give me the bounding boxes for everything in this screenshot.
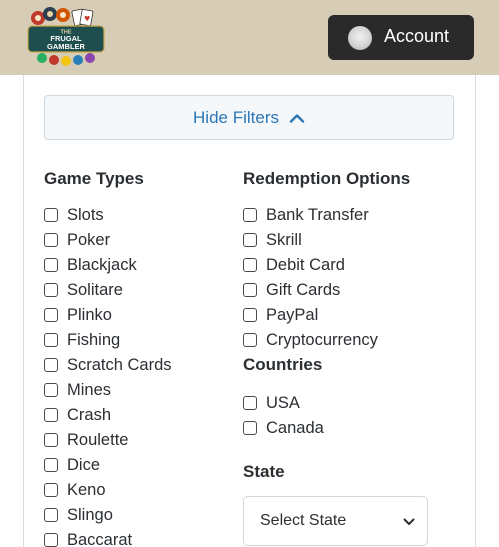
checkbox[interactable]	[44, 533, 58, 547]
chevron-down-icon	[403, 518, 415, 525]
state-select-value: Select State	[260, 512, 347, 529]
filter-label: Gift Cards	[266, 280, 341, 299]
filter-label: Slingo	[67, 505, 113, 524]
filter-cryptocurrency[interactable]: Cryptocurrency	[243, 329, 378, 351]
filter-label: Skrill	[266, 230, 302, 249]
filters-panel: Hide Filters Game Types Slots Poker Blac…	[23, 75, 476, 547]
filter-label: USA	[266, 393, 300, 412]
filter-slingo[interactable]: Slingo	[44, 504, 113, 526]
hide-filters-label: Hide Filters	[193, 107, 279, 127]
filter-label: Dice	[67, 455, 101, 474]
checkbox[interactable]	[243, 283, 257, 297]
filter-bank-transfer[interactable]: Bank Transfer	[243, 204, 369, 226]
filter-fishing[interactable]: Fishing	[44, 329, 120, 351]
filter-baccarat[interactable]: Baccarat	[44, 529, 132, 547]
filter-label: Mines	[67, 380, 112, 399]
filter-crash[interactable]: Crash	[44, 404, 111, 426]
checkbox[interactable]	[44, 483, 58, 497]
filter-label: Crash	[67, 405, 112, 424]
state-select[interactable]: Select State	[243, 496, 428, 546]
filter-label: Plinko	[67, 305, 112, 324]
filter-label: Debit Card	[266, 255, 345, 274]
filter-usa[interactable]: USA	[243, 392, 300, 414]
filter-label: Roulette	[67, 430, 129, 449]
checkbox[interactable]	[44, 458, 58, 472]
frugal-gambler-logo[interactable]: ♥ THE FRUGAL GAMBLER	[24, 6, 108, 68]
redemption-options-heading: Redemption Options	[243, 169, 411, 188]
hide-filters-button[interactable]: Hide Filters	[44, 95, 454, 140]
filter-slots[interactable]: Slots	[44, 204, 104, 226]
filter-label: Cryptocurrency	[266, 330, 378, 349]
checkbox[interactable]	[44, 308, 58, 322]
filter-plinko[interactable]: Plinko	[44, 304, 112, 326]
checkbox[interactable]	[44, 433, 58, 447]
filter-solitare[interactable]: Solitare	[44, 279, 123, 301]
chevron-up-icon	[289, 113, 305, 123]
filter-label: Fishing	[67, 330, 121, 349]
checkbox[interactable]	[44, 508, 58, 522]
site-header: ♥ THE FRUGAL GAMBLER Account	[0, 0, 499, 75]
checkbox[interactable]	[243, 396, 257, 410]
checkbox[interactable]	[44, 258, 58, 272]
filter-label: Baccarat	[67, 530, 133, 547]
account-label: Account	[384, 26, 450, 46]
checkbox[interactable]	[243, 258, 257, 272]
filter-canada[interactable]: Canada	[243, 417, 324, 439]
checkbox[interactable]	[44, 383, 58, 397]
filter-label: Bank Transfer	[266, 205, 369, 224]
filter-label: Poker	[67, 230, 111, 249]
filter-label: Keno	[67, 480, 106, 499]
checkbox[interactable]	[44, 333, 58, 347]
filter-poker[interactable]: Poker	[44, 229, 110, 251]
filter-label: Slots	[67, 205, 104, 224]
countries-heading: Countries	[243, 355, 323, 374]
checkbox[interactable]	[243, 208, 257, 222]
filter-dice[interactable]: Dice	[44, 454, 100, 476]
account-button[interactable]: Account	[328, 15, 474, 60]
checkbox[interactable]	[243, 333, 257, 347]
checkbox[interactable]	[243, 308, 257, 322]
checkbox[interactable]	[44, 408, 58, 422]
state-heading: State	[243, 462, 285, 481]
checkbox[interactable]	[44, 233, 58, 247]
checkbox[interactable]	[44, 358, 58, 372]
filter-label: Solitare	[67, 280, 123, 299]
filter-keno[interactable]: Keno	[44, 479, 106, 501]
user-avatar-icon	[348, 26, 372, 50]
filter-scratch-cards[interactable]: Scratch Cards	[44, 354, 172, 376]
svg-text:♥: ♥	[84, 15, 90, 23]
logo-text-line3: GAMBLER	[47, 42, 85, 51]
filter-mines[interactable]: Mines	[44, 379, 111, 401]
filter-label: Blackjack	[67, 255, 137, 274]
checkbox[interactable]	[243, 233, 257, 247]
filter-paypal[interactable]: PayPal	[243, 304, 318, 326]
filter-blackjack[interactable]: Blackjack	[44, 254, 137, 276]
filter-label: Scratch Cards	[67, 355, 172, 374]
filter-gift-cards[interactable]: Gift Cards	[243, 279, 340, 301]
filter-skrill[interactable]: Skrill	[243, 229, 302, 251]
filter-label: PayPal	[266, 305, 319, 324]
checkbox[interactable]	[243, 421, 257, 435]
game-types-heading: Game Types	[44, 169, 144, 188]
filter-label: Canada	[266, 418, 324, 437]
filter-roulette[interactable]: Roulette	[44, 429, 128, 451]
filter-debit-card[interactable]: Debit Card	[243, 254, 345, 276]
checkbox[interactable]	[44, 208, 58, 222]
checkbox[interactable]	[44, 283, 58, 297]
